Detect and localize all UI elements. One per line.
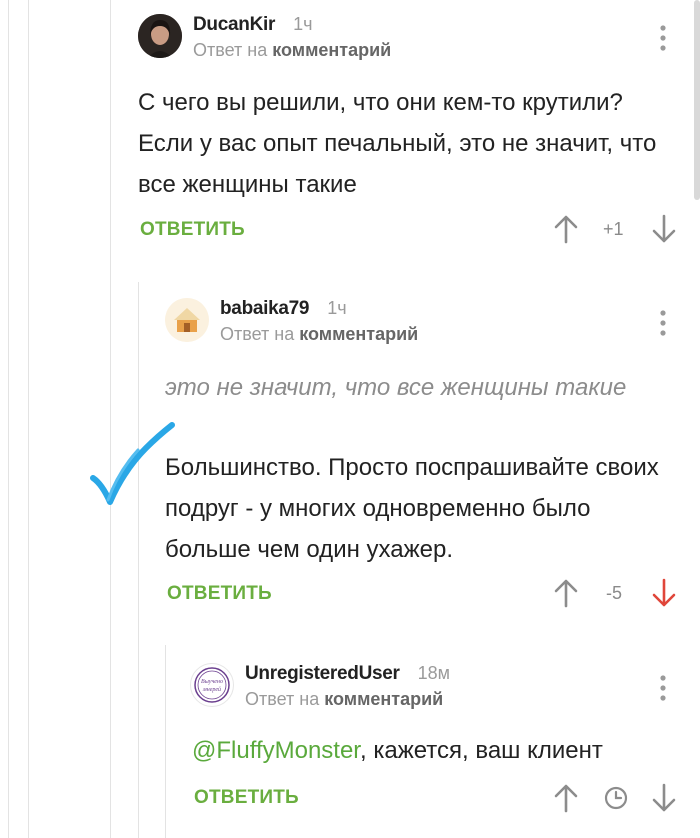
kebab-menu-icon[interactable] bbox=[658, 674, 668, 706]
avatar[interactable]: Выучено мнерей bbox=[190, 663, 234, 707]
thread-line-4 bbox=[138, 282, 139, 838]
timestamp: 1ч bbox=[327, 298, 347, 318]
reply-to-link[interactable]: комментарий bbox=[272, 40, 391, 60]
reply-to-link[interactable]: комментарий bbox=[299, 324, 418, 344]
hut-avatar-icon bbox=[165, 298, 209, 342]
score: -5 bbox=[606, 583, 623, 603]
kebab-menu-icon[interactable] bbox=[658, 24, 668, 56]
comment-text: С чего вы решили, что они кем-то крутили… bbox=[138, 89, 657, 198]
clock-icon bbox=[604, 786, 628, 810]
stamp-avatar-icon: Выучено мнерей bbox=[194, 667, 230, 703]
username[interactable]: UnregisteredUser bbox=[245, 663, 400, 685]
avatar[interactable] bbox=[165, 298, 209, 342]
comment-text: , кажется, ваш клиент bbox=[359, 737, 603, 764]
downvote-arrow-icon[interactable] bbox=[650, 214, 678, 244]
reply-to-prefix: Ответ на bbox=[193, 40, 268, 60]
user-mention-link[interactable]: @FluffyMonster bbox=[192, 737, 360, 764]
thread-line-1 bbox=[8, 0, 9, 838]
reply-to-prefix: Ответ на bbox=[245, 689, 320, 709]
reply-button[interactable]: ОТВЕТИТЬ bbox=[194, 787, 299, 809]
comment-text-row: @FluffyMonster, кажется, ваш клиент bbox=[192, 730, 682, 771]
timestamp: 1ч bbox=[293, 14, 313, 34]
avatar[interactable] bbox=[138, 14, 182, 58]
checkmark-annotation-icon bbox=[90, 422, 175, 505]
reply-to-prefix: Ответ на bbox=[220, 324, 295, 344]
score: +1 bbox=[603, 219, 624, 239]
upvote-arrow-icon[interactable] bbox=[552, 578, 580, 608]
quoted-text: это не значит, что все женщины такие bbox=[165, 374, 627, 401]
thread-line-5 bbox=[165, 645, 166, 838]
kebab-menu-icon[interactable] bbox=[658, 309, 668, 341]
reply-to-line: Ответ на комментарий bbox=[220, 324, 418, 345]
downvote-arrow-icon[interactable] bbox=[650, 783, 678, 813]
upvote-arrow-icon[interactable] bbox=[552, 214, 580, 244]
username[interactable]: DucanKir bbox=[193, 14, 275, 36]
thread-line-3 bbox=[110, 0, 111, 838]
reply-to-line: Ответ на комментарий bbox=[245, 689, 450, 710]
downvote-arrow-icon[interactable] bbox=[650, 578, 678, 608]
timestamp: 18м bbox=[417, 663, 451, 683]
scrollbar-thumb[interactable] bbox=[694, 0, 700, 200]
svg-text:Выучено: Выучено bbox=[201, 679, 223, 685]
reply-to-line: Ответ на комментарий bbox=[193, 40, 391, 61]
reply-button[interactable]: ОТВЕТИТЬ bbox=[167, 583, 272, 605]
username[interactable]: babaika79 bbox=[220, 298, 310, 320]
thread-line-2 bbox=[28, 0, 29, 838]
upvote-arrow-icon[interactable] bbox=[552, 783, 580, 813]
comment-text: Большинство. Просто поспрашивайте своих … bbox=[165, 454, 659, 563]
reply-to-link[interactable]: комментарий bbox=[324, 689, 443, 709]
svg-text:мнерей: мнерей bbox=[202, 686, 221, 693]
user-photo-icon bbox=[138, 14, 182, 58]
reply-button[interactable]: ОТВЕТИТЬ bbox=[140, 219, 245, 241]
